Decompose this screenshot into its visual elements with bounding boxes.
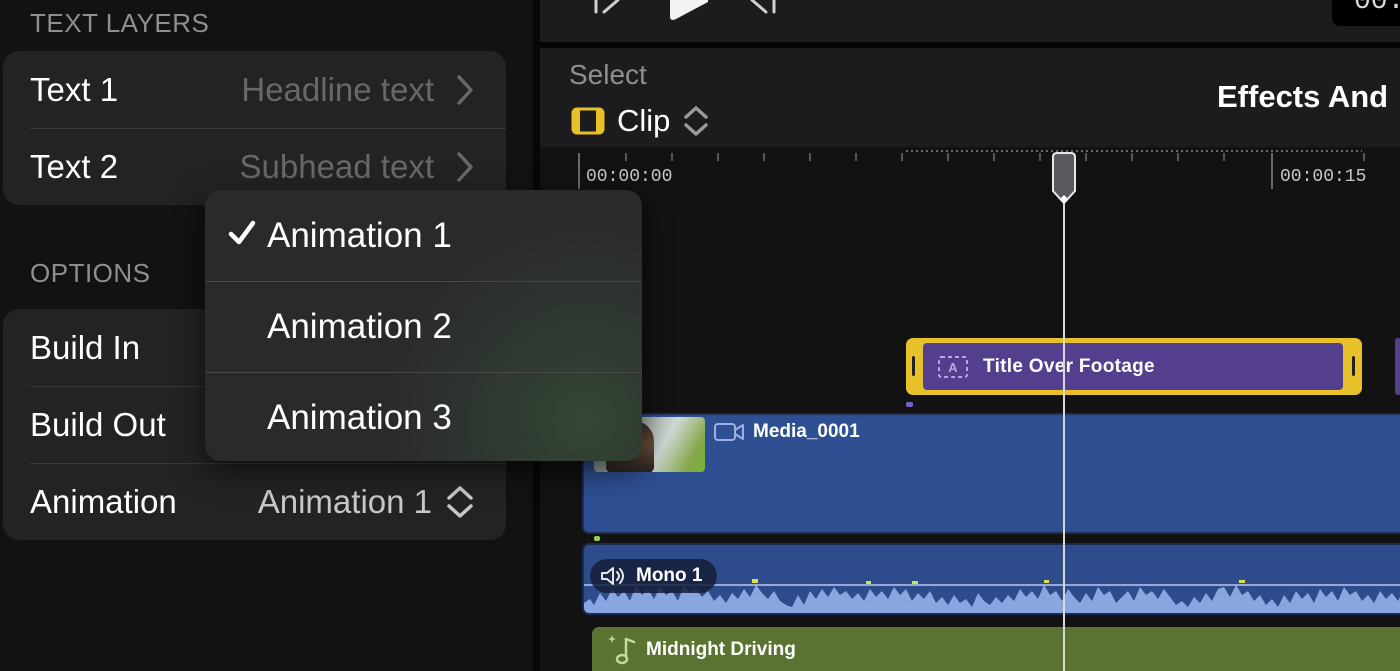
menu-item-animation-1[interactable]: Animation 1	[205, 190, 642, 281]
timecode-text: 00:	[1354, 0, 1400, 17]
playhead-line	[1063, 197, 1065, 671]
next-title-clip-edge[interactable]	[1395, 338, 1400, 395]
audio-clip-label: Mono 1	[590, 559, 717, 593]
ruler-timecode-15: 00:00:15	[1280, 167, 1367, 187]
text-layer-row-1[interactable]: Text 1 Headline text	[3, 51, 506, 128]
animation-label: Animation	[30, 482, 177, 520]
music-clip[interactable]: Midnight Driving	[592, 627, 1400, 671]
animation-value-text: Animation 1	[257, 482, 432, 520]
svg-text:A: A	[948, 360, 958, 375]
text-box-icon: A	[938, 355, 968, 378]
timeline[interactable]: 00:00:00 00:00:15 A Title Over Footage M…	[540, 147, 1400, 671]
text-layers-header: TEXT LAYERS	[30, 8, 210, 38]
clip-label: Clip	[617, 103, 671, 138]
video-clip[interactable]: Media_0001	[582, 413, 1400, 534]
select-label: Select	[569, 59, 647, 90]
skip-forward-icon[interactable]	[748, 0, 780, 14]
play-icon[interactable]	[666, 0, 712, 22]
animation-dropdown-menu: Animation 1 Animation 2 Animation 3	[205, 190, 642, 461]
music-clip-label: Midnight Driving	[606, 633, 796, 667]
chevron-up-down-icon	[447, 485, 473, 518]
trim-handle-right[interactable]	[1352, 356, 1355, 376]
build-in-label: Build In	[30, 328, 141, 366]
transport-bar	[540, 0, 1400, 42]
timecode-display[interactable]: 00:	[1332, 0, 1400, 26]
menu-item-label: Animation 3	[267, 397, 452, 437]
text-layer-value: Subhead text	[240, 148, 477, 186]
ruler-timecode-start: 00:00:00	[586, 167, 673, 187]
checkmark-icon	[228, 220, 256, 245]
text-layers-group: Text 1 Headline text Text 2 Subhead text	[3, 51, 506, 205]
title-connection-marker	[906, 402, 913, 407]
menu-item-animation-3[interactable]: Animation 3	[205, 372, 642, 461]
chevron-right-icon	[457, 74, 473, 105]
video-clip-name: Media_0001	[753, 421, 860, 442]
text-layer-title: Text 2	[30, 147, 119, 185]
text-layer-value-text: Subhead text	[239, 147, 435, 185]
menu-item-label: Animation 1	[267, 215, 452, 255]
skip-back-icon[interactable]	[592, 0, 622, 14]
music-note-sparkle-icon	[608, 635, 636, 665]
video-clip-label: Media_0001	[713, 421, 860, 443]
title-clip-label: Title Over Footage	[983, 355, 1155, 377]
playhead-handle[interactable]	[1050, 151, 1078, 207]
audio-clip[interactable]: Mono 1	[582, 543, 1400, 615]
speaker-icon	[601, 567, 624, 585]
chevron-up-down-icon	[684, 106, 709, 136]
trim-handle-left[interactable]	[912, 356, 915, 376]
text-layer-value: Headline text	[241, 71, 476, 109]
timeline-title: Effects And	[1217, 79, 1389, 114]
options-header: OPTIONS	[30, 258, 151, 288]
animation-value[interactable]: Animation 1	[258, 483, 476, 521]
clip-select-menu[interactable]: Clip	[571, 103, 712, 139]
title-clip-body[interactable]: A Title Over Footage	[923, 343, 1343, 390]
text-layer-title: Text 1	[30, 70, 119, 108]
video-connection-marker	[594, 536, 600, 541]
timeline-header: Select Clip Effects And	[540, 48, 1400, 147]
title-clip[interactable]: A Title Over Footage	[906, 338, 1362, 395]
menu-item-label: Animation 2	[267, 306, 452, 346]
text-layer-value-text: Headline text	[241, 70, 434, 108]
film-clip-icon	[571, 107, 605, 135]
music-clip-name: Midnight Driving	[646, 639, 796, 660]
audio-clip-name: Mono 1	[636, 565, 703, 586]
animation-row[interactable]: Animation Animation 1	[3, 463, 506, 540]
menu-item-animation-2[interactable]: Animation 2	[205, 281, 642, 372]
chevron-right-icon	[457, 151, 473, 182]
video-camera-icon	[714, 423, 744, 441]
build-out-label: Build Out	[30, 405, 166, 443]
